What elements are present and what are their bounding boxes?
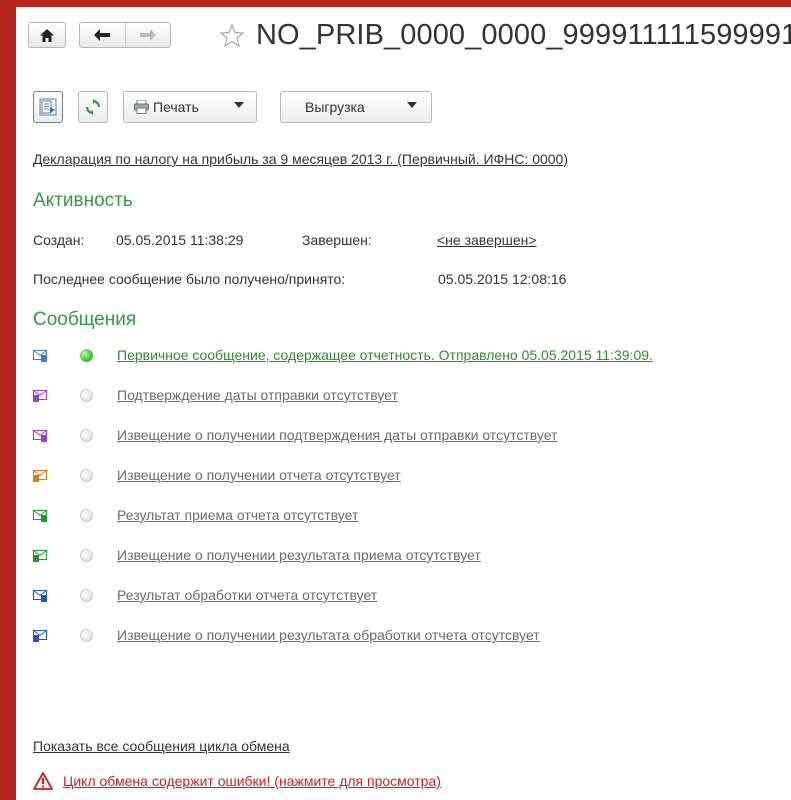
print-button[interactable]: Печать [123,91,257,123]
page-title: NO_PRIB_0000_0000_9999111115999911 [256,19,791,51]
message-label[interactable]: Извещение о получении подтверждения даты… [117,427,557,443]
forward-arrow-icon [139,29,156,41]
message-label[interactable]: Извещение о получении результата обработ… [117,627,540,643]
envelope-incoming-icon [33,390,47,402]
envelope-outgoing-icon [33,350,47,362]
title-bar: NO_PRIB_0000_0000_9999111115999911 [28,19,791,52]
message-row[interactable]: Первичное сообщение, содержащее отчетнос… [33,347,791,367]
status-missing-indicator [80,469,93,482]
status-done-indicator [80,349,93,362]
history-nav-group [79,22,171,48]
back-arrow-icon [94,29,111,41]
message-label[interactable]: Извещение о получении результата приема … [117,547,481,563]
export-button-label: Выгрузка [305,99,365,115]
status-missing-indicator [80,429,93,442]
message-row[interactable]: Результат обработки отчета отсутствует [33,587,791,607]
envelope-result-notice-icon [33,550,47,562]
status-missing-indicator [80,509,93,522]
envelope-processing-notice-icon [33,630,47,642]
envelope-report-icon [33,470,47,482]
error-link[interactable]: Цикл обмена содержит ошибки! (нажмите дл… [63,773,441,789]
status-missing-indicator [80,589,93,602]
message-label[interactable]: Извещение о получении отчета отсутствует [117,467,401,483]
forward-button[interactable] [126,23,171,47]
message-row[interactable]: Подтверждение даты отправки отсутствует [33,387,791,407]
back-button[interactable] [80,23,126,47]
chevron-down-icon [234,102,244,108]
last-message-value: 05.05.2015 12:08:16 [438,271,567,287]
finished-value-link[interactable]: <не завершен> [437,232,537,248]
message-row[interactable]: Извещение о получении результата приема … [33,547,791,567]
declaration-link[interactable]: Декларация по налогу на прибыль за 9 мес… [33,151,568,167]
refresh-button[interactable] [78,91,108,123]
message-label[interactable]: Первичное сообщение, содержащее отчетнос… [117,347,653,363]
home-button[interactable] [28,22,66,48]
created-label: Создан: [33,232,85,248]
message-row[interactable]: Извещение о получении результата обработ… [33,627,791,647]
created-value: 05.05.2015 11:38:29 [116,232,244,248]
post-and-close-button[interactable] [33,91,63,123]
refresh-icon [85,99,101,115]
message-label[interactable]: Подтверждение даты отправки отсутствует [117,387,398,403]
message-row[interactable]: Извещение о получении отчета отсутствует [33,467,791,487]
finished-label: Завершен: [302,232,372,248]
messages-heading: Сообщения [33,309,137,330]
favorite-star-icon[interactable] [219,23,245,52]
export-button[interactable]: Выгрузка [280,91,432,123]
status-missing-indicator [80,629,93,642]
printer-icon [134,100,149,114]
message-row[interactable]: Результат приема отчета отсутствует [33,507,791,527]
chevron-down-icon [407,102,417,108]
activity-heading: Активность [33,190,133,211]
envelope-processing-icon [33,590,47,602]
print-button-label: Печать [153,99,199,115]
message-label[interactable]: Результат приема отчета отсутствует [117,507,358,523]
toolbar: Печать Выгрузка [33,91,791,123]
warning-icon [33,772,53,790]
show-all-messages-link[interactable]: Показать все сообщения цикла обмена [33,738,290,754]
envelope-notice-icon [33,430,47,442]
last-message-label: Последнее сообщение было получено/принят… [33,271,346,287]
home-icon [40,28,54,42]
document-save-icon [39,98,57,116]
envelope-result-icon [33,510,47,522]
status-missing-indicator [80,549,93,562]
status-missing-indicator [80,389,93,402]
message-label[interactable]: Результат обработки отчета отсутствует [117,587,377,603]
message-row[interactable]: Извещение о получении подтверждения даты… [33,427,791,447]
